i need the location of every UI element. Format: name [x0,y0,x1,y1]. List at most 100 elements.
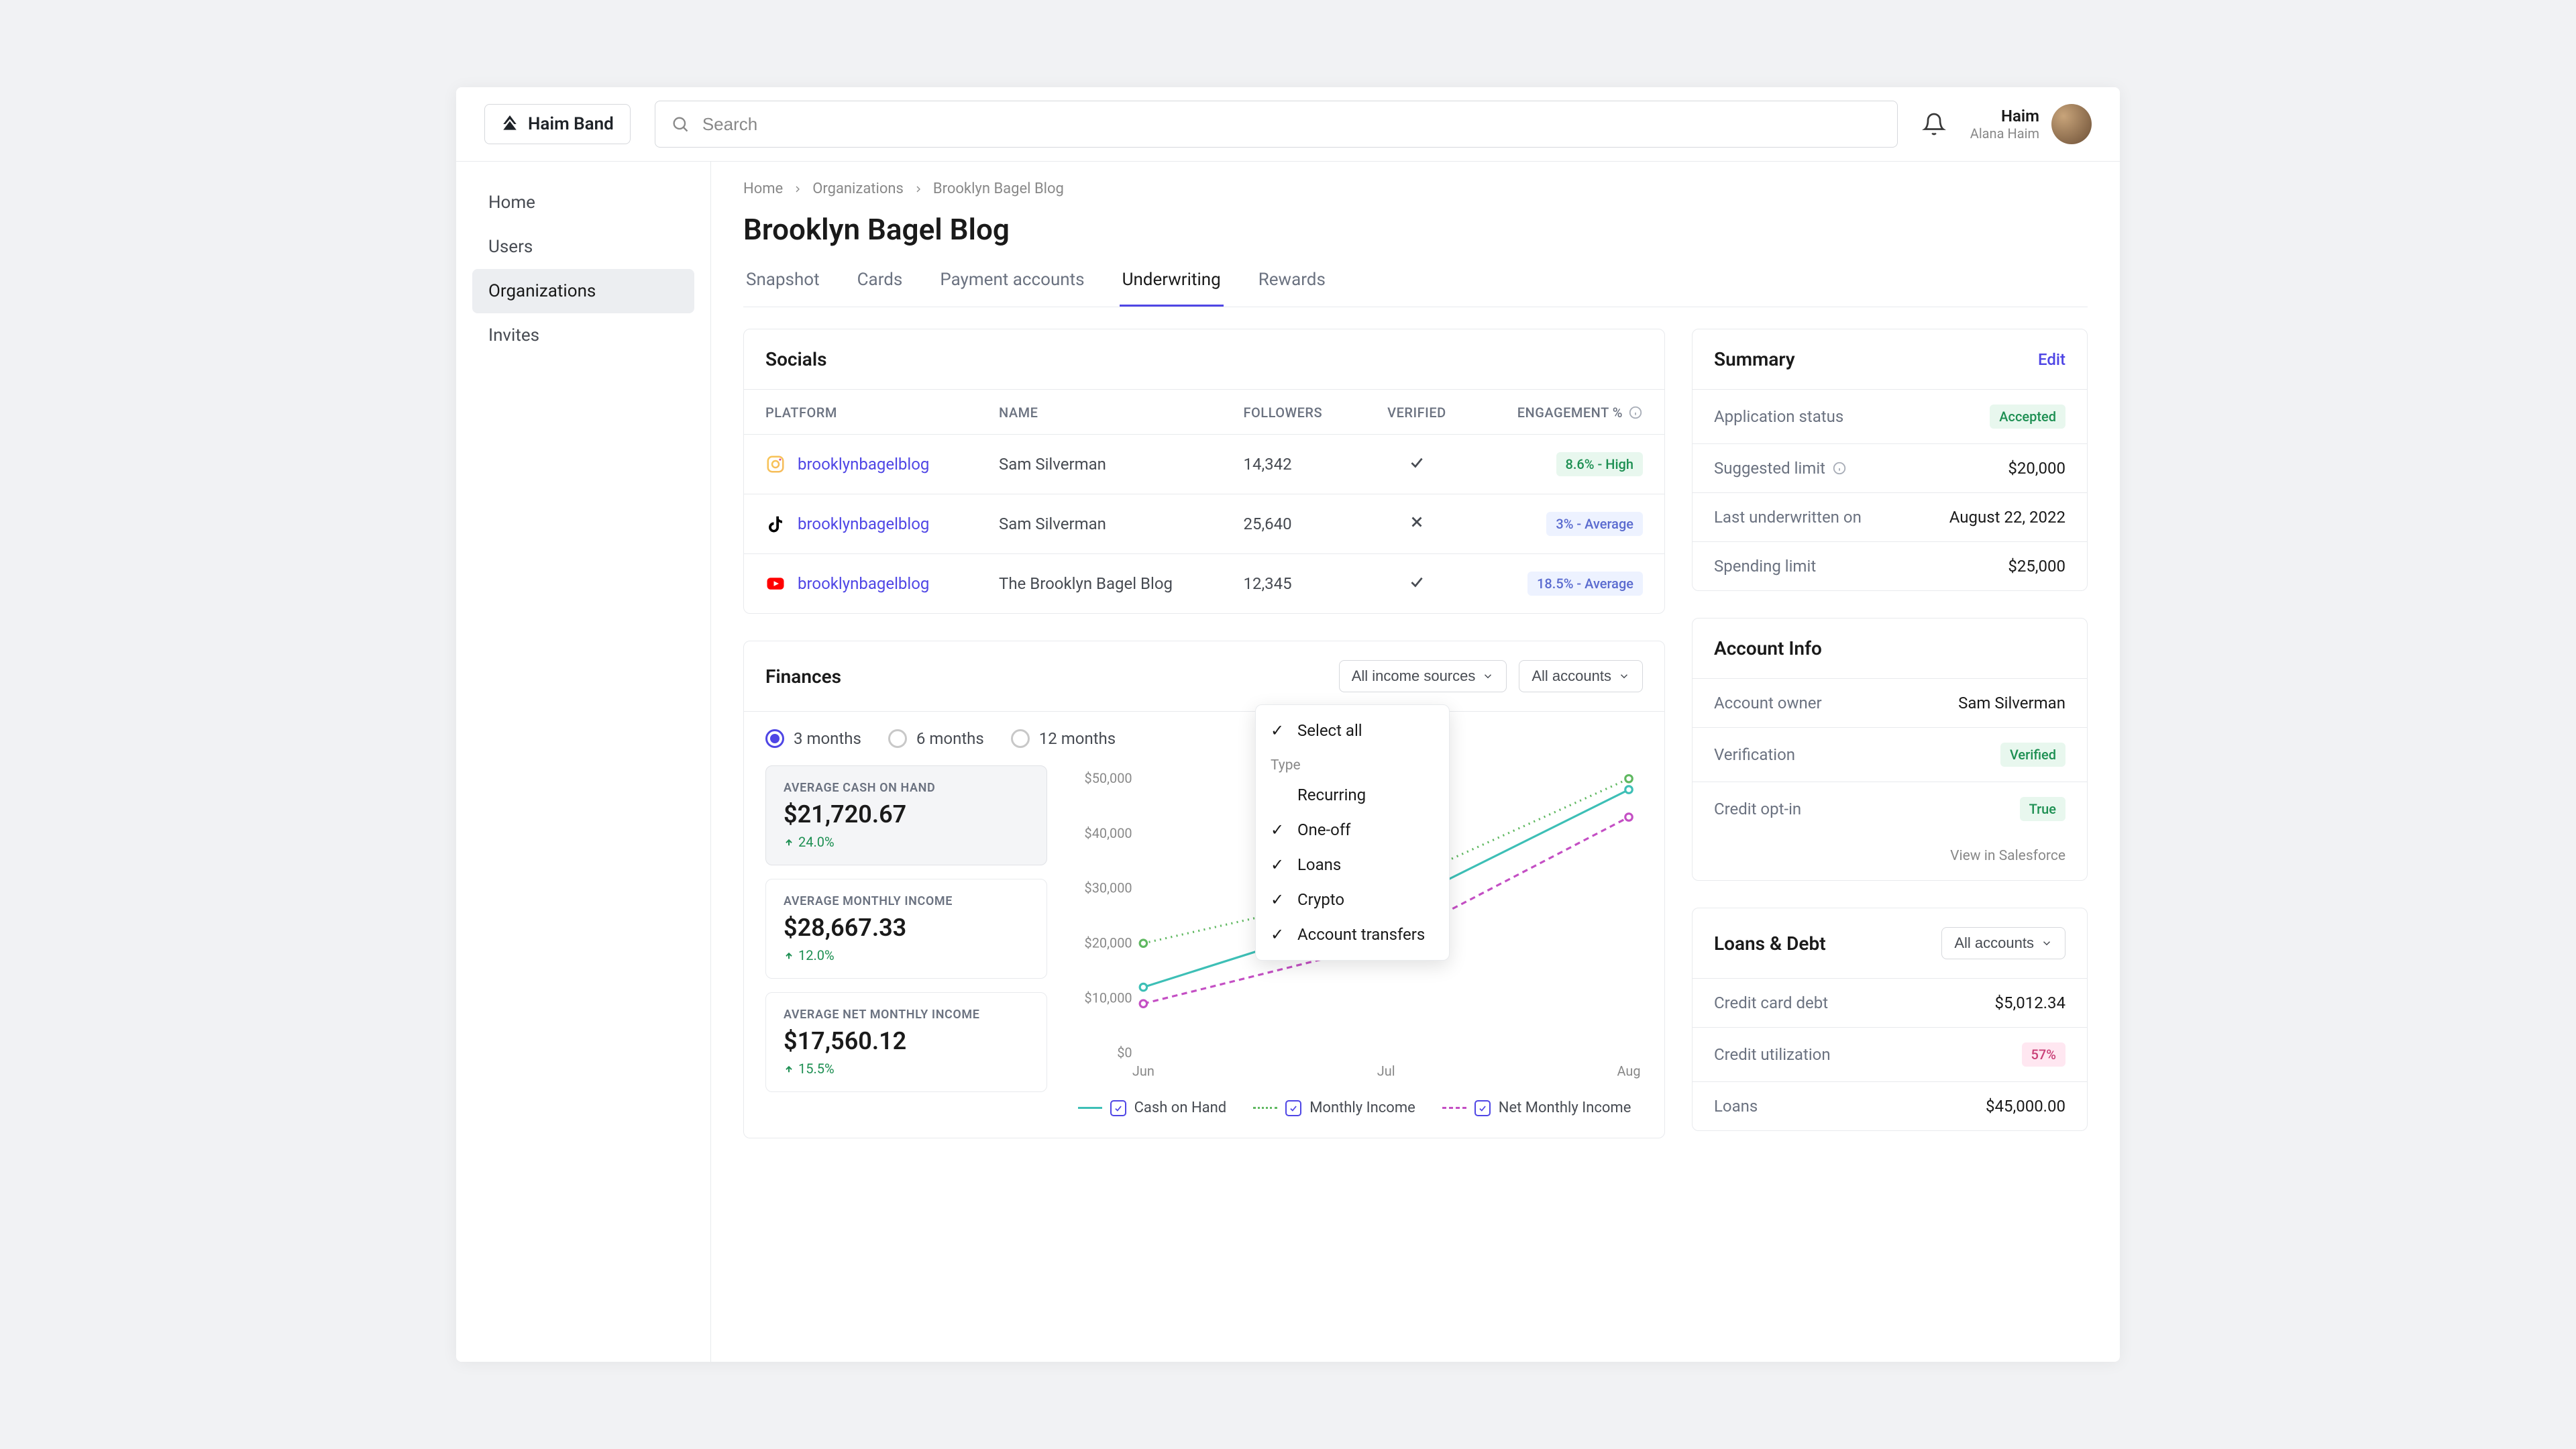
social-handle[interactable]: brooklynbagelblog [765,574,956,594]
summary-edit-link[interactable]: Edit [2038,350,2065,369]
stat-box[interactable]: AVERAGE CASH ON HAND$21,720.6724.0% [765,765,1047,865]
y-tick: $30,000 [1085,881,1132,896]
tab-cards[interactable]: Cards [855,270,906,307]
sidebar-item-organizations[interactable]: Organizations [472,269,694,313]
engagement-badge: 8.6% - High [1556,452,1644,476]
account-info-card: Account Info Account owner Sam Silverman V… [1692,618,2088,881]
brand-icon [501,115,519,133]
dd-option[interactable]: ✓One-off [1256,812,1449,847]
summary-card: Summary Edit Application statusAcceptedS… [1692,329,2088,591]
dd-option[interactable]: Recurring [1256,777,1449,812]
accounts-select[interactable]: All accounts [1519,660,1643,692]
y-tick: $40,000 [1085,826,1132,841]
socials-row: brooklynbagelblogThe Brooklyn Bagel Blog… [744,554,1664,614]
checkbox-icon [1474,1100,1491,1116]
checkbox-icon [1110,1100,1126,1116]
income-sources-select[interactable]: All income sources [1339,660,1507,692]
social-followers: 12,345 [1222,554,1359,614]
sidebar-item-users[interactable]: Users [472,225,694,269]
kv-row: Credit opt-in True [1693,782,2087,836]
loans-accounts-label: All accounts [1954,934,2034,952]
stat-box[interactable]: AVERAGE MONTHLY INCOME$28,667.3312.0% [765,879,1047,979]
stat-box[interactable]: AVERAGE NET MONTHLY INCOME$17,560.1215.5… [765,992,1047,1092]
tab-rewards[interactable]: Rewards [1256,270,1328,307]
salesforce-link[interactable]: View in Salesforce [1693,836,2087,880]
stat-value: $21,720.67 [784,800,1029,828]
range-radio-6-months[interactable]: 6 months [888,729,984,748]
kv-key: Account owner [1714,694,1822,712]
x-tick: Aug [1617,1063,1641,1079]
stat-label: AVERAGE MONTHLY INCOME [784,894,1029,908]
breadcrumb-item[interactable]: Home [743,180,783,197]
y-tick: $0 [1117,1045,1132,1061]
sidebar-item-home[interactable]: Home [472,180,694,225]
breadcrumb-item[interactable]: Organizations [812,180,904,197]
search-input[interactable] [655,101,1898,148]
legend-item[interactable]: Cash on Hand [1078,1099,1227,1116]
socials-header: NAME [977,390,1222,435]
kv-row: Credit utilization57% [1693,1028,2087,1082]
instagram-icon [765,454,786,474]
social-handle[interactable]: brooklynbagelblog [765,514,956,534]
user-block[interactable]: Haim Alana Haim [1970,104,2092,144]
socials-header: PLATFORM [744,390,977,435]
accounts-select-label: All accounts [1532,667,1611,685]
kv-val: $20,000 [2008,459,2065,478]
user-subtitle: Alana Haim [1970,125,2039,142]
kv-row: Spending limit$25,000 [1693,542,2087,590]
kv-row: VerificationVerified [1693,728,2087,782]
arrow-up-icon [784,1063,794,1074]
kv-row: Last underwritten onAugust 22, 2022 [1693,493,2087,542]
summary-title: Summary [1714,348,1795,370]
range-radio-3-months[interactable]: 3 months [765,729,861,748]
kv-key: Verification [1714,745,1795,764]
tab-snapshot[interactable]: Snapshot [743,270,822,307]
chevron-down-icon [2041,937,2053,949]
kv-badge: True [2020,797,2065,821]
chart-point [1625,775,1632,782]
legend-item[interactable]: Net Monthly Income [1442,1099,1631,1116]
dd-option[interactable]: ✓Crypto [1256,882,1449,917]
kv-val: August 22, 2022 [1949,508,2065,527]
x-tick: Jul [1377,1063,1395,1079]
y-tick: $10,000 [1085,990,1132,1006]
loans-title: Loans & Debt [1714,932,1826,955]
social-name: Sam Silverman [977,435,1222,494]
kv-row: Account owner Sam Silverman [1693,679,2087,728]
social-name: Sam Silverman [977,494,1222,554]
account-info-title: Account Info [1714,637,1822,659]
search-icon [671,115,690,133]
dd-section-label: Type [1256,748,1449,777]
avatar[interactable] [2051,104,2092,144]
sidebar-item-invites[interactable]: Invites [472,313,694,358]
info-icon [1832,461,1847,476]
socials-table: PLATFORMNAMEFOLLOWERSVERIFIEDENGAGEMENT … [744,390,1664,613]
kv-badge: 57% [2022,1042,2065,1067]
social-followers: 14,342 [1222,435,1359,494]
page-title: Brooklyn Bagel Blog [743,212,2088,247]
x-tick: Jun [1132,1063,1155,1079]
legend-item[interactable]: Monthly Income [1253,1099,1415,1116]
social-handle[interactable]: brooklynbagelblog [765,454,956,474]
app-window: Haim Band Haim Alana Haim HomeUsersOrgan… [456,87,2120,1362]
dd-option[interactable]: ✓Account transfers [1256,917,1449,952]
range-radio-12-months[interactable]: 12 months [1011,729,1116,748]
dd-option[interactable]: ✓Loans [1256,847,1449,882]
kv-row: Suggested limit $20,000 [1693,444,2087,493]
tab-underwriting[interactable]: Underwriting [1120,270,1224,307]
kv-row: Application statusAccepted [1693,390,2087,444]
tabs: Snapshot Cards Payment accounts Underwritin… [743,270,2088,307]
tab-payment-accounts[interactable]: Payment accounts [937,270,1087,307]
bell-icon[interactable] [1922,112,1946,136]
engagement-badge: 3% - Average [1546,512,1643,536]
check-icon [1408,453,1426,471]
y-tick: $20,000 [1085,935,1132,951]
kv-key: Credit opt-in [1714,800,1801,818]
brand-pill[interactable]: Haim Band [484,104,631,144]
chart-point [1625,786,1632,793]
stat-value: $17,560.12 [784,1027,1029,1055]
youtube-icon [765,574,786,594]
dd-select-all[interactable]: ✓Select all [1256,713,1449,748]
kv-val: Sam Silverman [1958,694,2065,712]
loans-accounts-select[interactable]: All accounts [1941,927,2065,959]
